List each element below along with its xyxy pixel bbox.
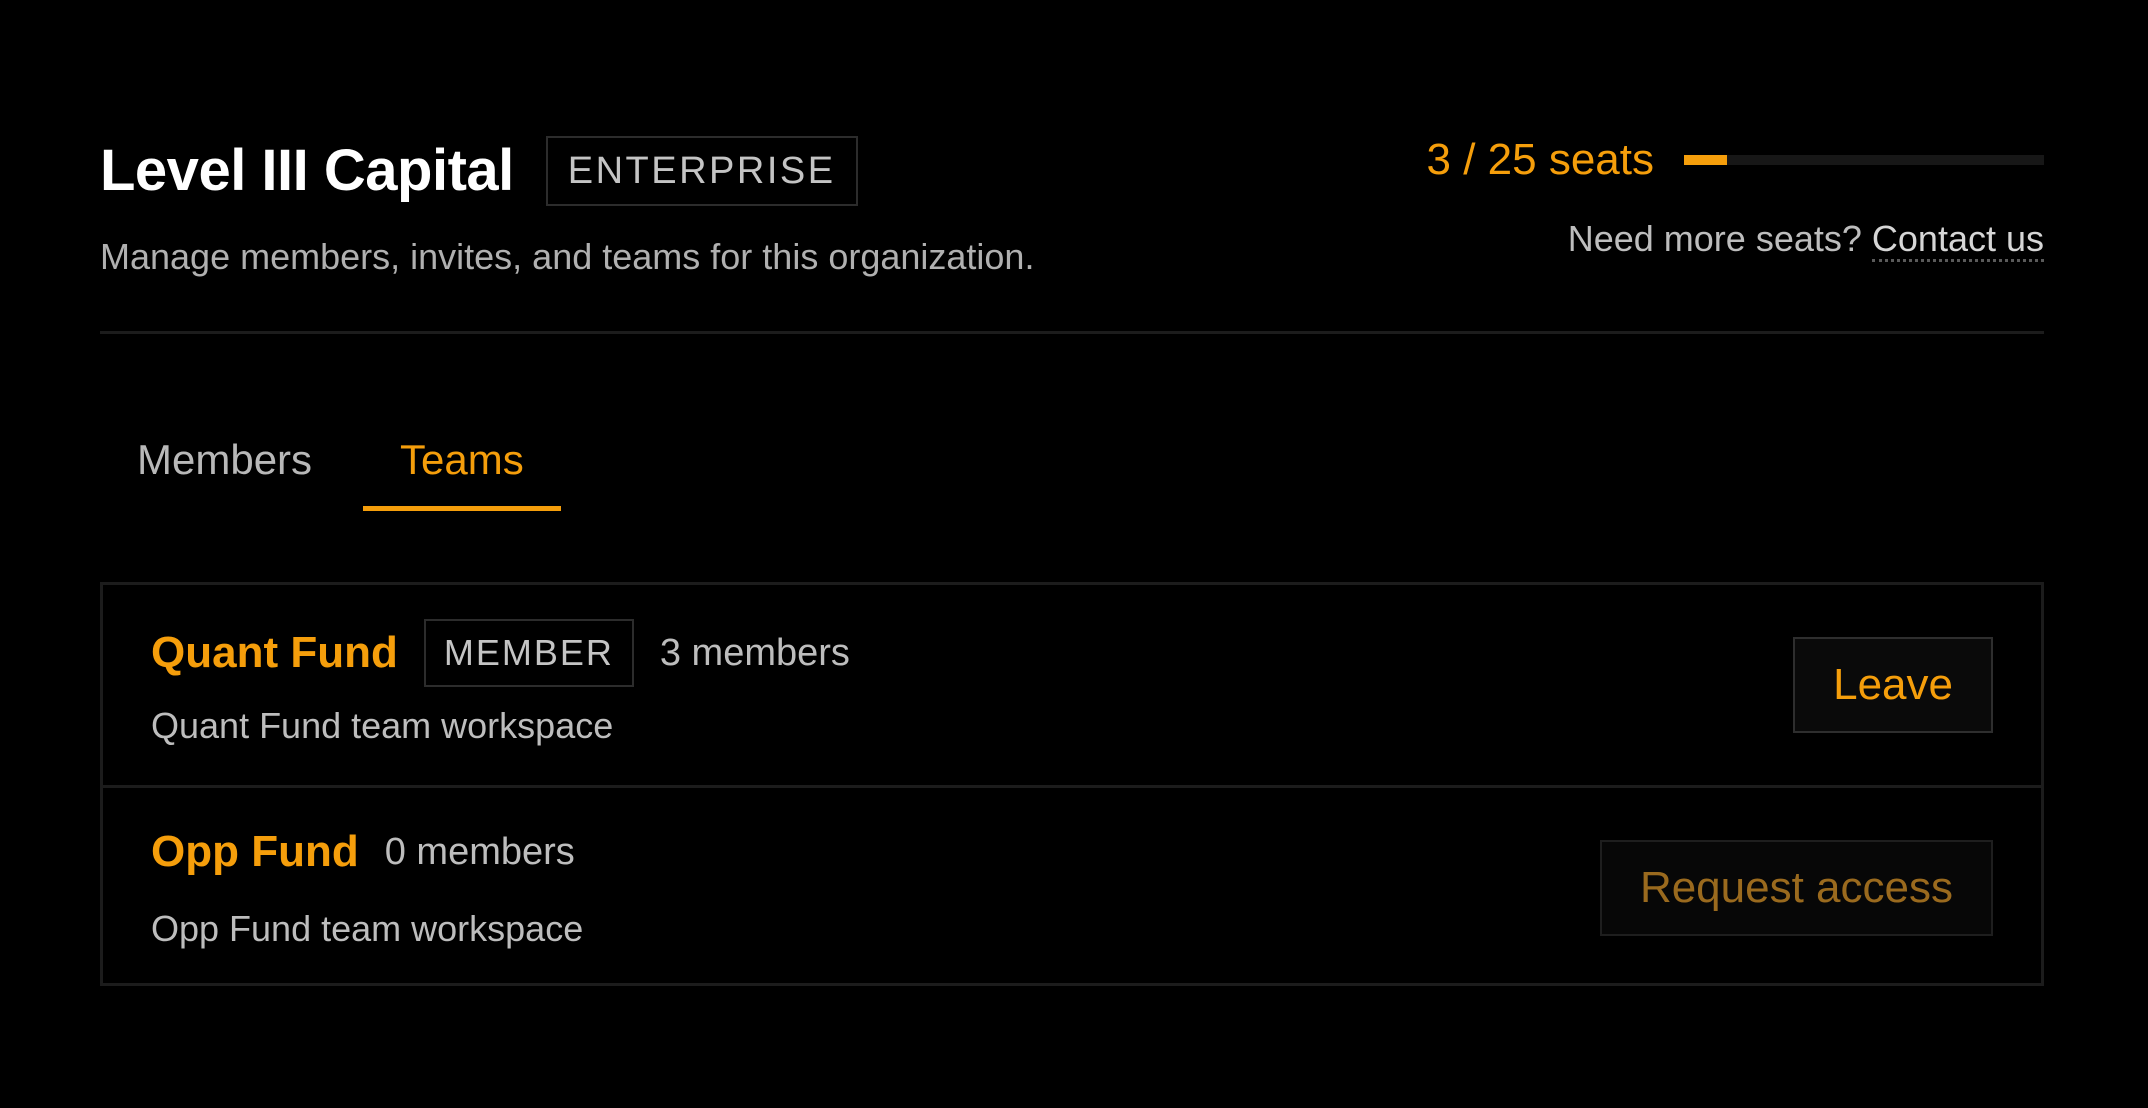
org-name: Level III Capital bbox=[100, 138, 514, 203]
seat-progress-bar bbox=[1684, 155, 2044, 165]
team-list: Quant Fund MEMBER 3 members Quant Fund t… bbox=[100, 582, 2044, 986]
seats-count: 3 / 25 seats bbox=[1426, 135, 1654, 184]
seat-usage: 3 / 25 seats bbox=[1427, 132, 2044, 188]
seats-help-text: Need more seats? bbox=[1567, 218, 1862, 259]
tab-teams[interactable]: Teams bbox=[363, 420, 561, 511]
plan-badge: ENTERPRISE bbox=[545, 136, 858, 206]
team-row: Quant Fund MEMBER 3 members Quant Fund t… bbox=[103, 585, 2041, 785]
team-name[interactable]: Quant Fund bbox=[151, 623, 398, 683]
team-description: Quant Fund team workspace bbox=[151, 705, 614, 746]
seat-progress-fill bbox=[1684, 155, 1728, 165]
org-title-row: Level III Capital ENTERPRISE bbox=[100, 136, 858, 206]
org-header: Level III Capital ENTERPRISE Manage memb… bbox=[100, 0, 2044, 334]
seats-help: Need more seats? Contact us bbox=[1568, 216, 2044, 262]
leave-team-button[interactable]: Leave bbox=[1793, 637, 1993, 733]
team-name[interactable]: Opp Fund bbox=[151, 822, 359, 882]
role-badge: MEMBER bbox=[423, 619, 634, 687]
team-description: Opp Fund team workspace bbox=[151, 908, 584, 949]
contact-us-link[interactable]: Contact us bbox=[1871, 218, 2044, 262]
member-count: 0 members bbox=[384, 831, 575, 873]
request-access-button[interactable]: Request access bbox=[1599, 840, 1993, 936]
tab-members[interactable]: Members bbox=[100, 420, 349, 511]
org-settings-page: Level III Capital ENTERPRISE Manage memb… bbox=[100, 0, 2044, 986]
tab-bar: Members Teams bbox=[100, 420, 561, 511]
member-count: 3 members bbox=[659, 632, 850, 674]
team-header: Opp Fund 0 members bbox=[151, 822, 575, 882]
team-header: Quant Fund MEMBER 3 members bbox=[151, 619, 850, 687]
team-row: Opp Fund 0 members Opp Fund team workspa… bbox=[103, 785, 2041, 983]
org-subtitle: Manage members, invites, and teams for t… bbox=[100, 236, 1035, 277]
